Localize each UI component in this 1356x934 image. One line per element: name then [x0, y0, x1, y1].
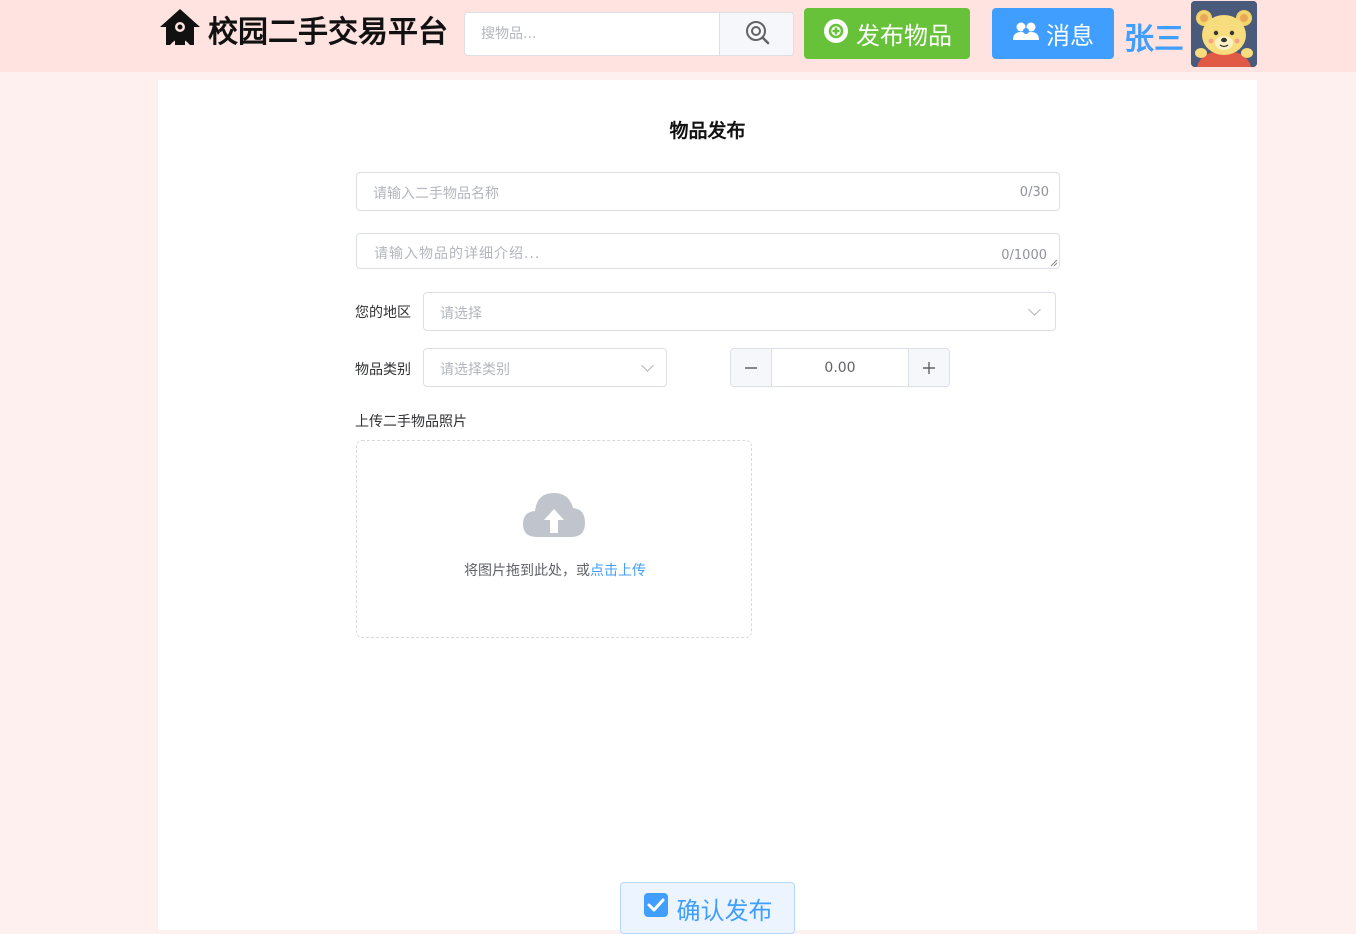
search-icon	[744, 19, 770, 49]
avatar[interactable]	[1191, 1, 1257, 67]
page-title: 物品发布	[669, 120, 746, 142]
upload-hint: 将图片拖到此处，或点击上传	[357, 560, 753, 580]
item-name-placeholder: 请输入二手物品名称	[373, 186, 499, 202]
publish-form-panel: 物品发布 请输入二手物品名称 0/30 请输入物品的详细介绍... 0/1000…	[158, 80, 1257, 934]
chevron-down-icon	[1028, 303, 1041, 316]
item-description-placeholder: 请输入物品的详细介绍...	[374, 246, 541, 262]
category-placeholder: 请选择类别	[440, 362, 510, 378]
messages-label: 消息	[1046, 22, 1094, 50]
add-circle-icon	[822, 17, 850, 51]
publish-item-button[interactable]: 发布物品	[804, 8, 970, 59]
publish-item-label: 发布物品	[856, 22, 952, 50]
cloud-upload-icon	[521, 487, 587, 543]
username[interactable]: 张三	[1124, 14, 1184, 58]
region-placeholder: 请选择	[440, 306, 482, 322]
category-label: 物品类别	[355, 362, 411, 378]
logo-title: 校园二手交易平台	[208, 15, 448, 50]
users-icon	[1012, 19, 1040, 49]
search-input[interactable]	[465, 13, 719, 55]
checkbox-icon	[643, 892, 669, 924]
confirm-publish-label: 确认发布	[676, 896, 773, 925]
upload-hint-text: 将图片拖到此处，或	[464, 563, 590, 579]
logo[interactable]: 校园二手交易平台	[158, 6, 448, 52]
item-description-counter: 0/1000	[1001, 248, 1047, 263]
resize-handle-icon[interactable]	[1050, 259, 1058, 267]
decrease-price-button[interactable]	[731, 349, 771, 386]
region-label: 您的地区	[355, 305, 411, 321]
price-value-input[interactable]: 0.00	[771, 349, 909, 386]
confirm-publish-button[interactable]: 确认发布	[620, 882, 795, 934]
search-box	[464, 12, 794, 56]
minus-icon	[744, 356, 758, 380]
item-name-counter: 0/30	[1019, 185, 1049, 200]
search-button[interactable]	[719, 13, 793, 55]
chevron-down-icon	[641, 359, 654, 372]
messages-button[interactable]: 消息	[992, 8, 1114, 59]
item-name-input[interactable]: 请输入二手物品名称 0/30	[356, 172, 1060, 211]
increase-price-button[interactable]	[909, 349, 949, 386]
region-select[interactable]: 请选择	[423, 292, 1056, 331]
item-description-textarea[interactable]: 请输入物品的详细介绍... 0/1000	[356, 233, 1060, 269]
home-icon	[158, 7, 202, 51]
upload-label: 上传二手物品照片	[355, 414, 467, 430]
upload-click-link[interactable]: 点击上传	[590, 563, 646, 579]
plus-icon	[922, 356, 936, 380]
price-stepper: 0.00	[730, 348, 950, 387]
category-select[interactable]: 请选择类别	[423, 348, 667, 387]
top-header-bar: 校园二手交易平台 发布物品	[0, 0, 1356, 72]
photo-upload-dropzone[interactable]: 将图片拖到此处，或点击上传	[356, 440, 752, 638]
